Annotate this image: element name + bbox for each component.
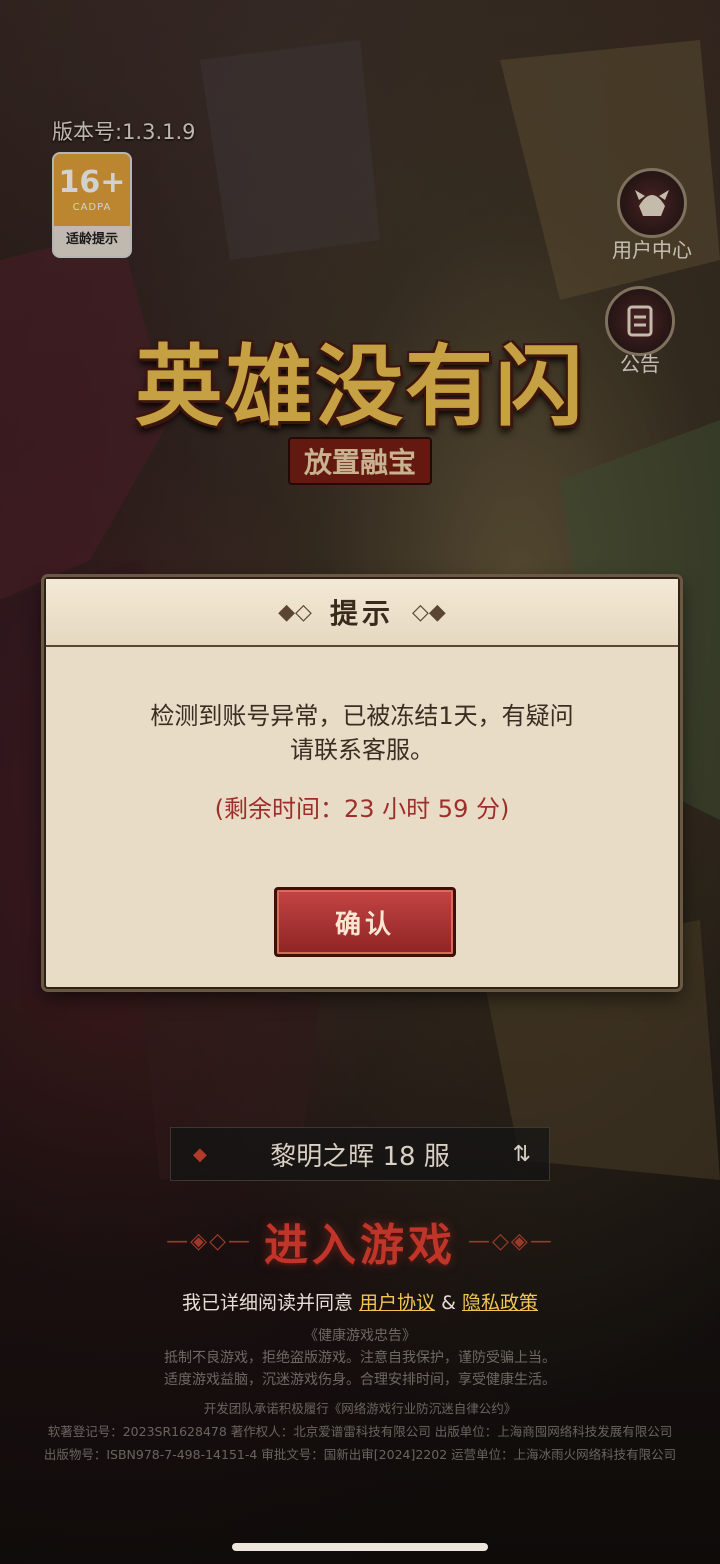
legal-line2: 软著登记号：2023SR1628478 著作权人：北京爱谱雷科技有限公司 出版单… (47, 1424, 673, 1439)
home-indicator[interactable] (232, 1543, 488, 1551)
privacy-policy-link[interactable]: 隐私政策 (462, 1292, 538, 1314)
enter-game-button[interactable]: —◈◇— 进入游戏 —◇◈— (148, 1206, 572, 1276)
enter-game-label: 进入游戏 (264, 1220, 456, 1271)
remaining-time: (剩余时间：23 小时 59 分) (214, 795, 510, 823)
dialog-body: 检测到账号异常，已被冻结1天，有疑问 请联系客服。 (剩余时间：23 小时 59… (46, 647, 678, 824)
legal-line1: 开发团队承诺积极履行《网络游戏行业防沉迷自律公约》 (203, 1401, 517, 1416)
health-notice-title: 《健康游戏忠告》 (304, 1328, 416, 1344)
ornament-right-icon: ◇◆ (412, 599, 446, 625)
user-agreement-link[interactable]: 用户协议 (359, 1292, 435, 1314)
confirm-button[interactable]: 确认 (274, 887, 456, 957)
flourish-left-icon: —◈◇— (166, 1228, 252, 1254)
alert-dialog: ◆◇ 提示 ◇◆ 检测到账号异常，已被冻结1天，有疑问 请联系客服。 (剩余时间… (44, 577, 680, 989)
dialog-header: ◆◇ 提示 ◇◆ (46, 579, 678, 647)
health-notice-line2: 适度游戏益脑，沉迷游戏伤身。合理安排时间，享受健康生活。 (164, 1372, 556, 1388)
switch-server-icon[interactable]: ⇅ (513, 1142, 531, 1167)
health-notice-line1: 抵制不良游戏，拒绝盗版游戏。注意自我保护，谨防受骗上当。 (164, 1350, 556, 1366)
ornament-left-icon: ◆◇ (278, 599, 312, 625)
legal-line3: 出版物号：ISBN978-7-498-14151-4 审批文号：国新出审[202… (43, 1447, 677, 1462)
flourish-right-icon: —◇◈— (468, 1228, 554, 1254)
dialog-message-line2: 请联系客服。 (290, 736, 434, 764)
agreement-and: & (441, 1292, 456, 1314)
agreement-prefix: 我已详细阅读并同意 (181, 1292, 353, 1314)
server-selector[interactable]: ◆ 黎明之晖 18 服 ⇅ (170, 1127, 550, 1181)
agreement-line: 我已详细阅读并同意 用户协议 & 隐私政策 (0, 1288, 720, 1315)
dialog-message-line1: 检测到账号异常，已被冻结1天，有疑问 (150, 702, 574, 730)
server-name: 黎明之晖 18 服 (270, 1141, 450, 1172)
dialog-title: 提示 (329, 597, 394, 630)
server-status-icon: ◆ (193, 1143, 207, 1165)
